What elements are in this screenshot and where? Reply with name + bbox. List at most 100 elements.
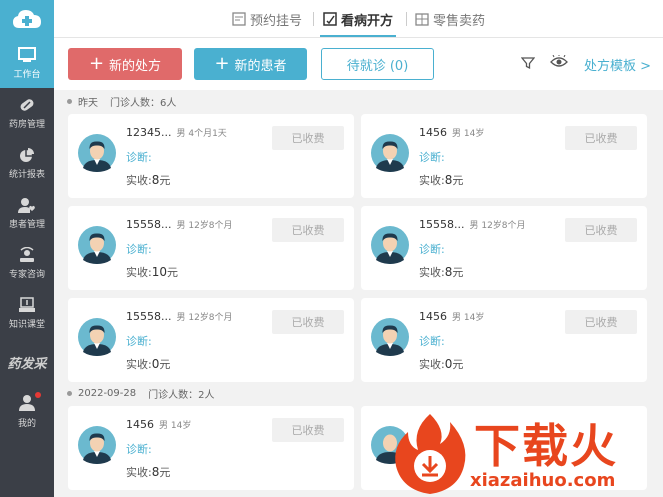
tab-prescribe[interactable]: 看病开方 xyxy=(323,0,393,38)
tab-label: 看病开方 xyxy=(341,13,394,29)
paid-amount: 实收:0元 xyxy=(419,356,463,372)
avatar xyxy=(371,318,409,356)
patient-card[interactable]: 15558... 男 12岁8个月 诊断: 实收:8元 已收费 xyxy=(361,206,647,290)
patient-card[interactable]: 1456 男 14岁 诊断: 实收:0元 已收费 xyxy=(361,298,647,382)
patient-name: 15558... 男 12岁8个月 xyxy=(126,310,233,323)
paid-prefix: 实收: xyxy=(126,466,152,479)
avatar xyxy=(371,134,409,172)
avatar xyxy=(371,226,409,264)
sidebar-item-patients[interactable]: 患者管理 xyxy=(0,188,54,238)
sidebar-item-me[interactable]: 我的 xyxy=(0,386,54,436)
filter-icon[interactable] xyxy=(521,56,535,70)
sidebar-item-label: 我的 xyxy=(17,418,36,429)
diagnosis-label: 诊断: xyxy=(126,443,152,456)
watermark-text: 下载火 xyxy=(474,419,618,473)
paid-amount: 实收:8元 xyxy=(419,172,463,188)
status-badge: 已收费 xyxy=(565,126,637,150)
paid-prefix: 实收: xyxy=(419,358,445,371)
button-label: 新的患者 xyxy=(234,58,287,74)
watermark-url: xiazaihuo.com xyxy=(470,470,616,491)
bullet-dot xyxy=(67,98,72,104)
classroom-icon xyxy=(19,296,35,312)
patient-meta: 男 14岁 xyxy=(159,421,192,431)
patient-meta: 男 14岁 xyxy=(452,129,485,139)
patient-name: 15558... 男 12岁8个月 xyxy=(419,218,526,231)
sidebar-item-workbench[interactable]: 工作台 xyxy=(0,38,54,88)
patient-name: 1456 男 14岁 xyxy=(419,126,484,139)
button-label: 待就诊 (0) xyxy=(346,58,409,74)
new-patient-button[interactable]: + 新的患者 xyxy=(194,48,307,80)
sidebar-item-classroom[interactable]: 知识课堂 xyxy=(0,288,54,338)
currency-unit: 元 xyxy=(452,174,464,187)
calendar-icon xyxy=(232,12,246,26)
active-tab-indicator xyxy=(320,35,396,37)
action-bar: + 新的处方 + 新的患者 待就诊 (0) 处方模板 > xyxy=(54,38,663,90)
group-count: 门诊人数：2人 xyxy=(148,389,215,401)
watermark: 下载火 xiazaihuo.com xyxy=(388,408,663,497)
tab-appointment[interactable]: 预约挂号 xyxy=(232,0,302,38)
currency-unit: 元 xyxy=(452,358,464,371)
group-date: 昨天 xyxy=(78,97,98,109)
diagnosis-label: 诊断: xyxy=(419,335,445,348)
group-date: 2022-09-28 xyxy=(78,387,137,399)
status-badge: 已收费 xyxy=(565,310,637,334)
sidebar-item-consult[interactable]: 专家咨询 xyxy=(0,238,54,288)
diagnosis-label: 诊断: xyxy=(419,151,445,164)
sidebar-item-label: 知识课堂 xyxy=(8,319,45,330)
prescription-template-link[interactable]: 处方模板 > xyxy=(584,55,651,74)
patient-name: 12345... 男 4个月1天 xyxy=(126,126,227,139)
name-text: 15558... xyxy=(419,218,465,231)
patient-meta: 男 12岁8个月 xyxy=(176,313,233,323)
diagnosis-label: 诊断: xyxy=(126,243,152,256)
diagnosis-label: 诊断: xyxy=(419,243,445,256)
user-icon xyxy=(19,394,35,411)
tab-retail[interactable]: 零售卖药 xyxy=(415,0,485,38)
currency-unit: 元 xyxy=(159,466,171,479)
patient-name: 1456 男 14岁 xyxy=(126,418,191,431)
patient-meta: 男 12岁8个月 xyxy=(176,221,233,231)
paid-amount: 实收:10元 xyxy=(126,264,178,280)
paid-amount: 实收:0元 xyxy=(126,356,170,372)
store-icon xyxy=(415,13,429,26)
amount-value: 10 xyxy=(151,265,167,279)
brand-logo: 药发采 xyxy=(7,356,47,372)
paid-prefix: 实收: xyxy=(126,266,152,279)
sidebar-item-reports[interactable]: 统计报表 xyxy=(0,138,54,188)
waiting-button[interactable]: 待就诊 (0) xyxy=(321,48,434,80)
patient-card[interactable]: 15558... 男 12岁8个月 诊断: 实收:10元 已收费 xyxy=(68,206,354,290)
currency-unit: 元 xyxy=(452,266,464,279)
new-prescription-button[interactable]: + 新的处方 xyxy=(68,48,182,80)
tab-divider xyxy=(406,12,407,26)
tab-label: 预约挂号 xyxy=(250,13,303,29)
patient-card[interactable]: 15558... 男 12岁8个月 诊断: 实收:0元 已收费 xyxy=(68,298,354,382)
name-text: 15558... xyxy=(126,310,172,323)
status-badge: 已收费 xyxy=(272,310,344,334)
avatar xyxy=(78,134,116,172)
user-heart-icon xyxy=(18,197,35,213)
patient-card[interactable]: 1456 男 14岁 诊断: 实收:8元 已收费 xyxy=(68,406,354,490)
sidebar: 工作台 药房管理 统计报表 患者管理 专家咨询 知识课堂 药发采 我的 xyxy=(0,0,54,497)
notification-dot xyxy=(35,392,41,398)
patient-name: 15558... 男 12岁8个月 xyxy=(126,218,233,231)
currency-unit: 元 xyxy=(167,266,178,279)
name-text: 12345... xyxy=(126,126,172,139)
name-text: 15558... xyxy=(126,218,172,231)
avatar xyxy=(78,318,116,356)
plus-icon: + xyxy=(88,53,105,74)
monitor-icon xyxy=(18,46,36,62)
sidebar-item-label: 统计报表 xyxy=(8,169,45,180)
diagnosis-label: 诊断: xyxy=(126,151,152,164)
patient-card[interactable]: 1456 男 14岁 诊断: 实收:8元 已收费 xyxy=(361,114,647,198)
app-logo[interactable] xyxy=(0,0,54,38)
paid-prefix: 实收: xyxy=(419,266,445,279)
paid-amount: 实收:8元 xyxy=(419,264,463,280)
patient-meta: 男 12岁8个月 xyxy=(469,221,526,231)
sidebar-item-label: 专家咨询 xyxy=(8,269,45,280)
top-tabs: 预约挂号 看病开方 零售卖药 xyxy=(54,0,663,38)
patient-card[interactable]: 12345... 男 4个月1天 诊断: 实收:8元 已收费 xyxy=(68,114,354,198)
avatar xyxy=(78,426,116,464)
sidebar-item-pharmacy[interactable]: 药房管理 xyxy=(0,88,54,138)
bullet-dot xyxy=(67,390,72,396)
eye-icon[interactable] xyxy=(550,55,568,69)
tab-label: 零售卖药 xyxy=(433,13,486,29)
